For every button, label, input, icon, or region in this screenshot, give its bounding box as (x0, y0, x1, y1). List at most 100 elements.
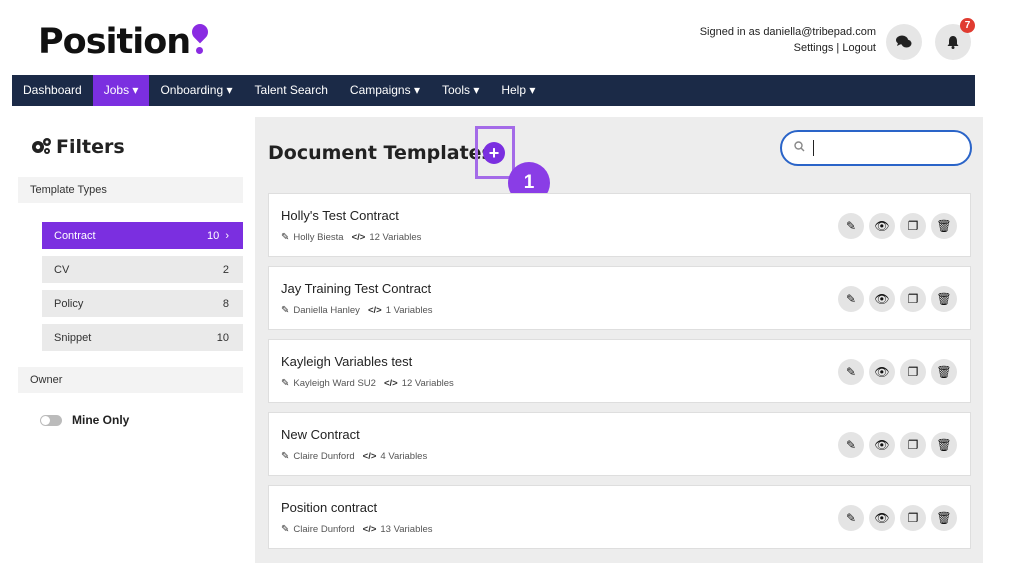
pencil-icon: ✎ (281, 451, 290, 462)
mine-only-filter: Mine Only (40, 413, 129, 427)
pencil-icon: ✎ (281, 378, 290, 389)
template-row[interactable]: Kayleigh Variables test ✎ Kayleigh Ward S… (268, 339, 971, 403)
template-name[interactable]: New Contract (281, 427, 360, 442)
template-variables: 12 Variables (401, 378, 454, 389)
eye-icon: 👁 (874, 511, 890, 525)
delete-button[interactable]: 🗑 (931, 286, 957, 312)
nav-talent-search[interactable]: Talent Search (244, 75, 339, 106)
trash-icon: 🗑 (936, 365, 952, 379)
filter-cv-count: 2 (222, 263, 229, 276)
notification-badge: 7 (960, 18, 975, 33)
pencil-icon: ✎ (845, 438, 857, 452)
edit-button[interactable]: ✎ (838, 505, 864, 531)
preview-button[interactable]: 👁 (869, 286, 895, 312)
pencil-icon: ✎ (281, 524, 290, 535)
edit-button[interactable]: ✎ (838, 213, 864, 239)
notifications-button[interactable]: 7 (935, 18, 975, 60)
trash-icon: 🗑 (936, 438, 952, 452)
copy-button[interactable]: ❐ (900, 286, 926, 312)
edit-button[interactable]: ✎ (838, 286, 864, 312)
trash-icon: 🗑 (936, 511, 952, 525)
mine-only-toggle[interactable] (40, 414, 62, 426)
template-name[interactable]: Position contract (281, 500, 377, 515)
filter-cv-label: CV (54, 263, 70, 276)
copy-icon: ❐ (907, 511, 919, 525)
filters-heading: Filters (30, 136, 125, 158)
filter-policy-count: 8 (222, 297, 229, 310)
nav-onboarding[interactable]: Onboarding ▾ (149, 75, 243, 106)
gears-icon (32, 138, 51, 154)
nav-tools[interactable]: Tools ▾ (431, 75, 490, 106)
signed-in-text: Signed in as daniella@tribepad.com (699, 26, 876, 38)
eye-icon: 👁 (874, 365, 890, 379)
settings-link[interactable]: Settings (794, 42, 834, 54)
chat-button[interactable] (886, 24, 922, 60)
filter-snippet-label: Snippet (54, 331, 92, 344)
logout-link[interactable]: Logout (842, 42, 876, 54)
delete-button[interactable]: 🗑 (931, 213, 957, 239)
copy-icon: ❐ (907, 365, 919, 379)
pencil-icon: ✎ (845, 365, 857, 379)
template-name[interactable]: Jay Training Test Contract (281, 281, 431, 296)
template-name[interactable]: Kayleigh Variables test (281, 354, 412, 369)
filter-contract-label: Contract (54, 229, 96, 242)
template-types-label: Template Types (18, 177, 243, 203)
edit-button[interactable]: ✎ (838, 432, 864, 458)
template-meta: ✎ Holly Biesta </> 12 Variables (281, 232, 421, 243)
chevron-right-icon: › (225, 229, 229, 242)
signed-in-info: Signed in as daniella@tribepad.com Setti… (700, 24, 876, 56)
template-row[interactable]: New Contract ✎ Claire Dunford </> 4 Variab… (268, 412, 971, 476)
code-icon: </> (383, 378, 398, 389)
copy-button[interactable]: ❐ (900, 213, 926, 239)
preview-button[interactable]: 👁 (869, 505, 895, 531)
template-name[interactable]: Holly's Test Contract (281, 208, 399, 223)
filter-snippet-count: 10 (216, 331, 229, 344)
search-input[interactable] (814, 141, 970, 155)
logo-pin-icon (188, 20, 212, 54)
copy-button[interactable]: ❐ (900, 359, 926, 385)
template-author: Holly Biesta (293, 232, 344, 243)
preview-button[interactable]: 👁 (869, 359, 895, 385)
main-nav: Dashboard Jobs ▾ Onboarding ▾ Talent Sea… (12, 75, 975, 106)
code-icon: </> (351, 232, 366, 243)
delete-button[interactable]: 🗑 (931, 505, 957, 531)
copy-button[interactable]: ❐ (900, 432, 926, 458)
link-separator: | (836, 42, 840, 54)
nav-jobs[interactable]: Jobs ▾ (92, 75, 150, 106)
template-variables: 4 Variables (380, 451, 428, 462)
copy-icon: ❐ (907, 292, 919, 306)
delete-button[interactable]: 🗑 (931, 359, 957, 385)
trash-icon: 🗑 (936, 219, 952, 233)
template-meta: ✎ Claire Dunford </> 4 Variables (281, 451, 427, 462)
template-meta: ✎ Kayleigh Ward SU2 </> 12 Variables (281, 378, 454, 389)
filter-contract[interactable]: Contract 10 › (42, 222, 243, 249)
template-author: Claire Dunford (293, 451, 355, 462)
delete-button[interactable]: 🗑 (931, 432, 957, 458)
highlight-box (475, 126, 515, 179)
mine-only-label: Mine Only (72, 413, 130, 427)
filter-policy[interactable]: Policy 8 (42, 290, 243, 317)
position-logo[interactable]: Position (38, 20, 212, 62)
eye-icon: 👁 (874, 438, 890, 452)
chat-bubbles-icon (896, 35, 912, 48)
filter-snippet[interactable]: Snippet 10 (42, 324, 243, 351)
pencil-icon: ✎ (281, 232, 290, 243)
template-variables: 1 Variables (385, 305, 433, 316)
filter-cv[interactable]: CV 2 (42, 256, 243, 283)
eye-icon: 👁 (874, 292, 890, 306)
template-author: Daniella Hanley (293, 305, 360, 316)
preview-button[interactable]: 👁 (869, 432, 895, 458)
preview-button[interactable]: 👁 (869, 213, 895, 239)
nav-help[interactable]: Help ▾ (490, 75, 546, 106)
copy-button[interactable]: ❐ (900, 505, 926, 531)
copy-icon: ❐ (907, 219, 919, 233)
template-row[interactable]: Holly's Test Contract ✎ Holly Biesta </> 1… (268, 193, 971, 257)
edit-button[interactable]: ✎ (838, 359, 864, 385)
bell-icon (947, 36, 959, 49)
template-row[interactable]: Jay Training Test Contract ✎ Daniella Han… (268, 266, 971, 330)
nav-campaigns[interactable]: Campaigns ▾ (339, 75, 431, 106)
search-box[interactable] (780, 130, 972, 166)
header: Position Signed in as daniella@tribepad.… (0, 0, 1017, 75)
template-row[interactable]: Position contract ✎ Claire Dunford </> 13 … (268, 485, 971, 549)
nav-dashboard[interactable]: Dashboard (12, 75, 93, 106)
